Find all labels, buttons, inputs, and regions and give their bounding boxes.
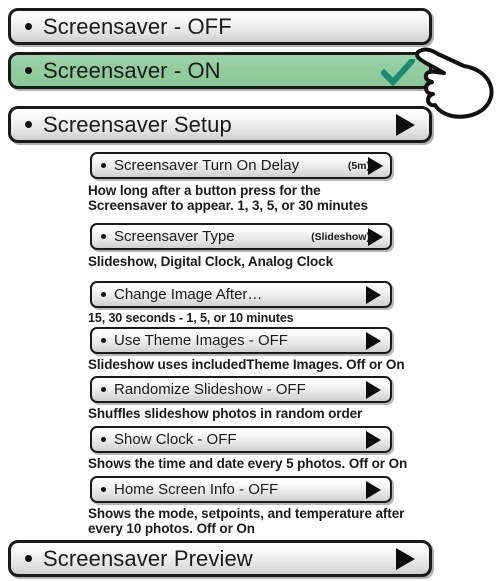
row-label: Screensaver Setup <box>43 111 232 137</box>
subrow-change-image-after[interactable]: Change Image After… <box>90 281 392 308</box>
play-triangle-icon <box>396 113 415 136</box>
row-screensaver-off[interactable]: Screensaver - OFF <box>8 8 432 45</box>
bullet-dot-icon <box>25 555 32 562</box>
play-triangle-icon <box>366 285 381 304</box>
bullet-dot-icon <box>101 487 106 492</box>
play-triangle-icon <box>366 380 381 399</box>
play-triangle-icon <box>396 547 415 570</box>
play-triangle-icon <box>366 331 381 350</box>
subrow-description: Shows the time and date every 5 photos. … <box>88 456 408 471</box>
subrow-value: (Slideshow) <box>311 230 370 243</box>
subrow-description: Slideshow uses includedTheme Images. Off… <box>88 357 405 372</box>
subrow-screensaver-type[interactable]: Screensaver Type (Slideshow) <box>90 223 392 250</box>
bullet-dot-icon <box>25 121 32 128</box>
play-triangle-icon <box>366 480 381 499</box>
play-triangle-icon <box>368 227 383 246</box>
subrow-screensaver-turn-on-delay[interactable]: Screensaver Turn On Delay (5m) <box>90 152 392 179</box>
subrow-description: Slideshow, Digital Clock, Analog Clock <box>88 254 333 269</box>
subrow-label: Screensaver Turn On Delay <box>114 157 300 174</box>
row-label: Screensaver Preview <box>43 545 253 571</box>
row-label: Screensaver - OFF <box>43 13 232 39</box>
play-triangle-icon <box>366 430 381 449</box>
subrow-description: Shows the mode, setpoints, and temperatu… <box>88 506 405 536</box>
checkmark-icon <box>381 59 415 87</box>
subrow-description: How long after a button press for the Sc… <box>88 183 368 213</box>
bullet-dot-icon <box>25 23 32 30</box>
subrow-description: Shuffles slideshow photos in random orde… <box>88 406 363 421</box>
subrow-label: Change Image After… <box>114 286 263 303</box>
row-screensaver-preview[interactable]: Screensaver Preview <box>8 540 432 577</box>
bullet-dot-icon <box>101 163 106 168</box>
bullet-dot-icon <box>101 387 106 392</box>
row-label: Screensaver - ON <box>43 57 221 83</box>
subrow-show-clock[interactable]: Show Clock - OFF <box>90 426 392 453</box>
subrow-label: Screensaver Type <box>114 228 235 245</box>
bullet-dot-icon <box>101 234 106 239</box>
subrow-randomize-slideshow[interactable]: Randomize Slideshow - OFF <box>90 376 392 403</box>
play-triangle-icon <box>368 156 383 175</box>
subrow-use-theme-images[interactable]: Use Theme Images - OFF <box>90 327 392 354</box>
subrow-label: Show Clock - OFF <box>114 431 237 448</box>
subrow-value: (5m) <box>347 159 370 172</box>
subrow-label: Randomize Slideshow - OFF <box>114 381 306 398</box>
row-screensaver-setup[interactable]: Screensaver Setup <box>8 106 432 143</box>
bullet-dot-icon <box>101 338 106 343</box>
bullet-dot-icon <box>101 437 106 442</box>
bullet-dot-icon <box>25 67 32 74</box>
subrow-home-screen-info[interactable]: Home Screen Info - OFF <box>90 476 392 503</box>
subrow-label: Use Theme Images - OFF <box>114 332 288 349</box>
row-screensaver-on[interactable]: Screensaver - ON <box>8 52 432 89</box>
bullet-dot-icon <box>101 292 106 297</box>
subrow-label: Home Screen Info - OFF <box>114 481 279 498</box>
subrow-description: 15, 30 seconds - 1, 5, or 10 minutes <box>88 311 294 325</box>
